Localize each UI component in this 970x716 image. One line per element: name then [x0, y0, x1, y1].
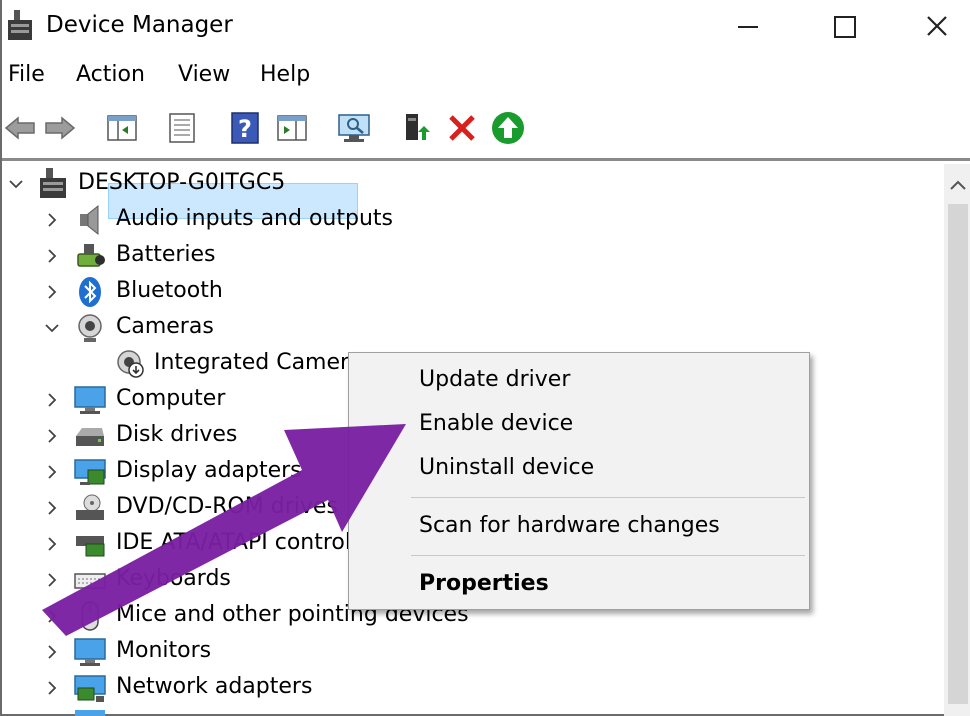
tree-item-monitors[interactable]: Monitors — [2, 634, 342, 670]
monitor-icon — [74, 386, 106, 414]
menu-action[interactable]: Action — [76, 62, 145, 87]
chevron-right-icon[interactable] — [42, 274, 62, 310]
tree-item-label: Network adapters — [116, 674, 313, 699]
mouse-icon — [81, 601, 99, 631]
tree-root[interactable]: DESKTOP-G0ITGC5 — [2, 166, 302, 202]
chevron-right-icon[interactable] — [42, 202, 62, 238]
back-arrow-icon[interactable] — [2, 110, 38, 146]
tree-item-label: Disk drives — [116, 422, 238, 447]
chevron-right-icon[interactable] — [42, 670, 62, 706]
close-button[interactable] — [890, 0, 970, 56]
camera-disabled-icon — [117, 350, 144, 378]
computer-tower-icon — [40, 168, 66, 198]
tree-item-label: Integrated Camera — [154, 350, 363, 375]
menu-help[interactable]: Help — [260, 62, 310, 87]
tree-item-label: Bluetooth — [116, 278, 223, 303]
minimize-button[interactable] — [702, 0, 792, 56]
camera-icon — [78, 314, 102, 342]
tree-item-label: Keyboards — [116, 566, 231, 591]
tree-item-label: DVD/CD-ROM drives — [116, 494, 338, 519]
maximize-button[interactable] — [798, 0, 888, 56]
chevron-right-icon[interactable] — [42, 562, 62, 598]
menu-separator — [411, 497, 805, 498]
tree-item-label: Cameras — [116, 314, 214, 339]
chevron-right-icon[interactable] — [42, 454, 62, 490]
menu-item-enable-device[interactable]: Enable device — [419, 411, 573, 436]
toolbar: ? — [2, 104, 970, 152]
menu-item-properties[interactable]: Properties — [419, 571, 549, 596]
properties-icon[interactable] — [164, 110, 200, 146]
tree-item-audio[interactable]: Audio inputs and outputs — [2, 202, 422, 238]
toolbar-separator — [322, 112, 323, 146]
tree-item-batteries[interactable]: Batteries — [2, 238, 422, 274]
tree-item-label: Monitors — [116, 638, 212, 663]
tree-item-bluetooth[interactable]: Bluetooth — [2, 274, 422, 310]
menu-separator — [411, 555, 805, 556]
toolbar-divider — [2, 158, 970, 161]
tree-root-label: DESKTOP-G0ITGC5 — [78, 170, 286, 195]
enable-device-icon[interactable] — [490, 110, 526, 146]
svg-text:?: ? — [238, 115, 252, 143]
chevron-right-icon[interactable] — [42, 382, 62, 418]
tree-item-dvd-cd-rom[interactable]: DVD/CD-ROM drives — [2, 490, 342, 526]
tree-item-label: Batteries — [116, 242, 216, 267]
menu-view[interactable]: View — [178, 62, 230, 87]
chevron-right-icon[interactable] — [42, 418, 62, 454]
chevron-down-icon[interactable] — [42, 310, 62, 346]
menu-file[interactable]: File — [8, 62, 45, 87]
chevron-right-icon[interactable] — [42, 526, 62, 562]
show-hide-console-tree-icon[interactable] — [104, 110, 140, 146]
help-icon[interactable]: ? — [228, 110, 264, 146]
update-driver-icon[interactable] — [398, 110, 434, 146]
action-pane-icon[interactable] — [274, 110, 310, 146]
vertical-scrollbar[interactable] — [944, 164, 970, 716]
tree-item-label: Audio inputs and outputs — [116, 206, 393, 231]
tree-item-disk-drives[interactable]: Disk drives — [2, 418, 342, 454]
tree-item-label: Computer — [116, 386, 226, 411]
disk-drive-icon — [76, 428, 104, 446]
chevron-right-icon[interactable] — [42, 490, 62, 526]
bluetooth-icon — [79, 277, 101, 307]
toolbar-separator — [88, 112, 89, 146]
device-manager-app-icon — [8, 10, 32, 40]
tree-item-ide-controllers[interactable]: IDE ATA/ATAPI controllers — [2, 526, 391, 562]
tree-item-display-adapters[interactable]: Display adapters — [2, 454, 342, 490]
toolbar-separator — [214, 112, 215, 146]
menu-item-update-driver[interactable]: Update driver — [419, 367, 570, 392]
context-menu: Update driver Enable device Uninstall de… — [348, 352, 810, 610]
tree-item-cameras[interactable]: Cameras — [2, 310, 422, 346]
forward-arrow-icon[interactable] — [42, 110, 78, 146]
uninstall-icon[interactable] — [444, 110, 480, 146]
menu-item-uninstall-device[interactable]: Uninstall device — [419, 455, 594, 480]
menu-item-scan-hardware[interactable]: Scan for hardware changes — [419, 513, 720, 538]
scroll-up-arrow-icon[interactable] — [944, 172, 970, 200]
scrollbar-thumb[interactable] — [948, 204, 968, 704]
chevron-right-icon[interactable] — [42, 238, 62, 274]
tree-item-keyboards[interactable]: Keyboards — [2, 562, 342, 598]
tree-item-label: Display adapters — [116, 458, 302, 483]
tree-item-computer[interactable]: Computer — [2, 382, 342, 418]
ide-controller-icon — [76, 536, 105, 557]
toolbar-separator — [384, 112, 385, 146]
device-manager-window: Device Manager File Action View Help ? D… — [0, 0, 970, 716]
monitor-icon — [74, 638, 106, 666]
keyboard-icon — [74, 573, 106, 589]
chevron-right-icon[interactable] — [42, 598, 62, 634]
tree-item-integrated-camera[interactable]: Integrated Camera — [108, 346, 363, 382]
battery-icon — [77, 244, 105, 267]
tree-item-network-adapters[interactable]: Network adapters — [2, 670, 342, 706]
dvd-drive-icon — [76, 494, 104, 520]
close-icon — [927, 16, 947, 36]
scan-hardware-icon[interactable] — [336, 110, 372, 146]
chevron-down-icon[interactable] — [6, 166, 26, 202]
window-title: Device Manager — [46, 12, 233, 38]
chevron-right-icon[interactable] — [42, 634, 62, 670]
next-item-icon — [75, 710, 105, 716]
network-adapter-icon — [74, 675, 106, 702]
title-bar: Device Manager — [2, 0, 970, 56]
display-adapter-icon — [74, 459, 106, 485]
speaker-icon — [80, 204, 99, 236]
toolbar-separator — [150, 112, 151, 146]
